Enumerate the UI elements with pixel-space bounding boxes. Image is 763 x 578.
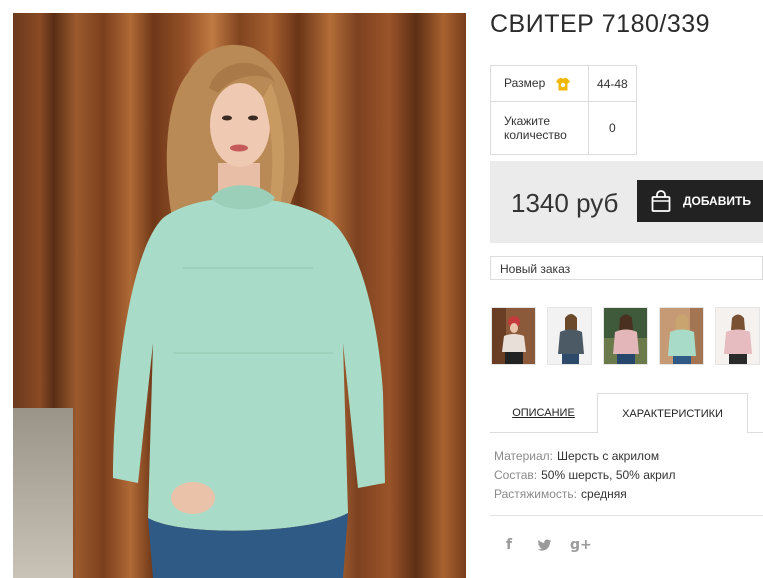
add-to-cart-button[interactable]: ДОБАВИТЬ xyxy=(637,180,763,222)
spec-value: 50% шерсть, 50% акрил xyxy=(541,468,676,482)
spec-key: Состав: xyxy=(494,468,538,482)
thumbnail-5[interactable] xyxy=(715,307,760,365)
twitter-icon[interactable] xyxy=(537,539,552,552)
quantity-input[interactable]: 0 xyxy=(587,101,638,155)
product-options-table: Размер 44-48 Укажите количество 0 xyxy=(490,65,638,155)
spec-value: средняя xyxy=(581,487,627,501)
facebook-icon[interactable]: f xyxy=(506,537,512,553)
model-illustration xyxy=(113,44,385,578)
spec-value: Шерсть с акрилом xyxy=(556,449,660,463)
product-tabs: ОПИСАНИЕ ХАРАКТЕРИСТИКИ xyxy=(490,393,763,433)
add-to-cart-label: ДОБАВИТЬ xyxy=(683,194,751,208)
product-title: СВИТЕР 7180/339 xyxy=(490,10,711,38)
quantity-label-line1: Укажите xyxy=(504,114,551,128)
spec-key: Растяжимость: xyxy=(494,487,578,501)
price-box: 1340 руб ДОБАВИТЬ xyxy=(490,161,763,243)
spec-row-stretch: Растяжимость: средняя xyxy=(494,487,676,506)
tab-characteristics[interactable]: ХАРАКТЕРИСТИКИ xyxy=(597,393,748,433)
size-chart-icon[interactable] xyxy=(555,76,571,92)
product-main-image[interactable] xyxy=(13,13,466,578)
spec-row-composition: Состав: 50% шерсть, 50% акрил xyxy=(494,468,676,487)
thumbnail-2[interactable] xyxy=(547,307,592,365)
characteristics-list: Материал: Шерсть с акрилом Состав: 50% шер… xyxy=(494,449,676,506)
google-plus-icon[interactable]: g+ xyxy=(570,537,592,553)
thumbnail-3[interactable] xyxy=(603,307,648,365)
divider xyxy=(490,515,763,516)
quantity-label-line2: количество xyxy=(504,128,567,142)
size-label: Размер xyxy=(504,75,546,90)
tab-description[interactable]: ОПИСАНИЕ xyxy=(490,393,597,433)
shopping-bag-icon xyxy=(651,190,671,212)
product-price: 1340 руб xyxy=(511,188,619,218)
spec-key: Материал: xyxy=(494,449,553,463)
order-select[interactable]: Новый заказ xyxy=(490,256,763,280)
spec-row-material: Материал: Шерсть с акрилом xyxy=(494,449,676,468)
thumbnail-4[interactable] xyxy=(659,307,704,365)
thumbnail-1[interactable] xyxy=(491,307,536,365)
size-value[interactable]: 44-48 xyxy=(587,65,638,102)
